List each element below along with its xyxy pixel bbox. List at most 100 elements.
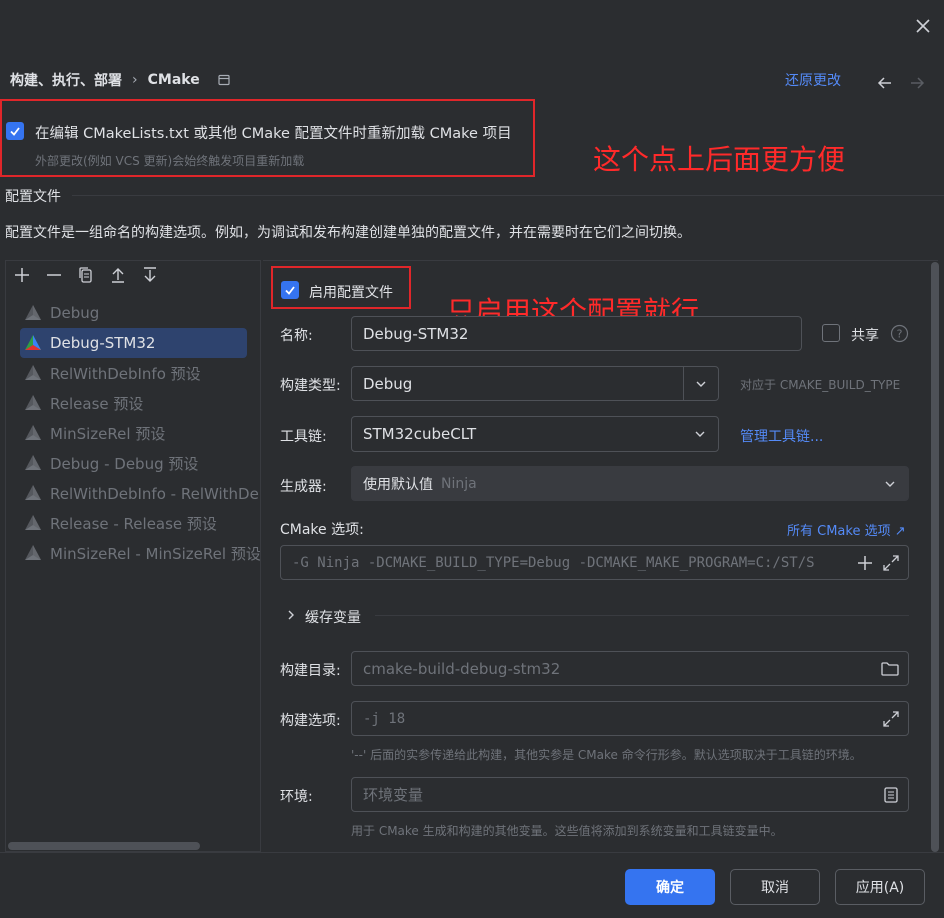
ok-button[interactable]: 确定 [625,869,715,905]
build-type-select[interactable]: Debug [351,366,719,401]
remove-icon[interactable] [45,266,63,284]
toolchain-label: 工具链: [280,429,327,445]
enable-profile-label: 启用配置文件 [309,285,393,301]
vertical-scrollbar[interactable] [931,262,939,852]
build-type-hint: 对应于 CMAKE_BUILD_TYPE [740,378,901,392]
env-help: 用于 CMake 生成和构建的其他变量。这些值将添加到系统变量和工具链变量中。 [351,824,783,838]
build-type-label: 构建类型: [280,378,341,394]
profile-item[interactable]: Debug [20,298,260,328]
close-icon[interactable] [912,15,934,37]
build-dir-value: cmake-build-debug-stm32 [363,659,561,678]
generator-label: 生成器: [280,479,327,495]
profile-item-label: Release - Release 预设 [50,514,217,533]
build-dir-label: 构建目录: [280,663,341,679]
window-icon [218,74,230,86]
profile-item-label: RelWithDebInfo - RelWithDebInfo 预设 [50,484,260,503]
env-label: 环境: [280,789,313,805]
expand-icon[interactable] [882,710,900,728]
name-label: 名称: [280,328,313,344]
breadcrumb: 构建、执行、部署 › CMake [10,70,230,90]
profile-item-label: Debug [50,304,100,322]
chevron-down-icon[interactable] [884,478,896,490]
profiles-section-title: 配置文件 [5,189,61,205]
cmake-icon [24,394,42,412]
folder-icon[interactable] [880,660,900,678]
chevron-down-icon[interactable] [694,428,706,440]
chevron-down-icon[interactable] [684,378,718,390]
chevron-right-icon[interactable] [285,609,297,621]
profile-item[interactable]: Release 预设 [20,388,260,418]
env-input[interactable]: 环境变量 [351,777,909,812]
add-macro-icon[interactable] [856,554,874,572]
breadcrumb-separator: › [132,72,138,88]
breadcrumb-parent[interactable]: 构建、执行、部署 [10,70,122,90]
svg-text:?: ? [897,328,903,341]
profile-item-label: MinSizeRel - MinSizeRel 预设 [50,544,260,563]
cmake-icon [24,364,42,382]
expand-icon[interactable] [882,554,900,572]
help-icon[interactable]: ? [890,324,909,343]
profile-item[interactable]: Debug - Debug 预设 [20,448,260,478]
cmake-icon [24,484,42,502]
cmake-options-label: CMake 选项: [280,522,364,538]
cmake-icon [24,454,42,472]
profile-item[interactable]: RelWithDebInfo - RelWithDebInfo 预设 [20,478,260,508]
toolchain-select[interactable]: STM32cubeCLT [351,416,719,452]
build-options-help: '--' 后面的实参传递给此构建，其他实参是 CMake 命令行形参。默认选项取… [351,748,862,762]
checkmark-icon [10,127,20,136]
reload-option-label: 在编辑 CMakeLists.txt 或其他 CMake 配置文件时重新加载 C… [35,126,512,142]
all-cmake-options-link[interactable]: 所有 CMake 选项 ↗ [787,520,906,539]
env-placeholder: 环境变量 [363,786,424,804]
share-label: 共享 [851,328,879,344]
enable-profile-checkbox[interactable] [281,281,299,299]
generator-hint: Ninja [441,475,477,492]
build-options-input[interactable]: -j 18 [351,701,909,736]
profile-item-label: Debug - Debug 预设 [50,454,199,473]
annotation-top: 这个点上后面更方便 [593,143,846,176]
profile-item-label: MinSizeRel 预设 [50,424,166,443]
back-arrow-icon[interactable] [876,74,894,92]
profile-item[interactable]: MinSizeRel 预设 [20,418,260,448]
cmake-options-input[interactable]: -G Ninja -DCMAKE_BUILD_TYPE=Debug -DCMAK… [280,545,909,580]
manage-toolchains-link[interactable]: 管理工具链... [740,426,823,446]
cmake-options-value: -G Ninja -DCMAKE_BUILD_TYPE=Debug -DCMAK… [292,554,815,571]
profiles-toolbar [5,260,261,290]
profiles-list: Debug Debug-STM32 RelWithDebInfo 预设 Release… [20,298,260,568]
build-dir-input[interactable]: cmake-build-debug-stm32 [351,651,909,686]
footer-divider [0,852,944,853]
profile-item[interactable]: MinSizeRel - MinSizeRel 预设 [20,538,260,568]
profile-item-label: Release 预设 [50,394,144,413]
cache-variables-divider [375,615,909,616]
build-options-label: 构建选项: [280,713,341,729]
profile-item[interactable]: Release - Release 预设 [20,508,260,538]
profile-item[interactable]: RelWithDebInfo 预设 [20,358,260,388]
forward-arrow-icon[interactable] [908,74,926,92]
cache-variables-label[interactable]: 缓存变量 [305,607,361,627]
add-icon[interactable] [13,266,31,284]
reload-checkbox[interactable] [6,122,24,140]
share-checkbox[interactable] [822,324,840,342]
breadcrumb-current: CMake [147,72,200,88]
toolchain-value: STM32cubeCLT [363,425,477,443]
apply-button[interactable]: 应用(A) [835,869,925,905]
restore-changes-link[interactable]: 还原更改 [785,70,841,90]
horizontal-scrollbar[interactable] [8,842,200,850]
cmake-icon [24,544,42,562]
cmake-icon [24,424,42,442]
name-input-value: Debug-STM32 [363,324,469,343]
cmake-icon [24,514,42,532]
cancel-button[interactable]: 取消 [730,869,820,905]
name-input[interactable]: Debug-STM32 [351,316,802,351]
copy-icon[interactable] [77,266,95,284]
move-up-icon[interactable] [109,266,127,284]
profile-item-label: RelWithDebInfo 预设 [50,364,201,383]
profile-item[interactable]: Debug-STM32 [20,328,247,358]
reload-option-hint: 外部更改(例如 VCS 更新)会始终触发项目重新加载 [35,154,305,168]
checkmark-icon [285,286,295,295]
cmake-icon [24,304,42,322]
cmake-icon [24,334,42,352]
build-type-value: Debug [363,374,413,393]
move-down-icon[interactable] [141,266,159,284]
list-edit-icon[interactable] [882,786,900,804]
generator-select[interactable]: 使用默认值 Ninja [351,466,909,501]
